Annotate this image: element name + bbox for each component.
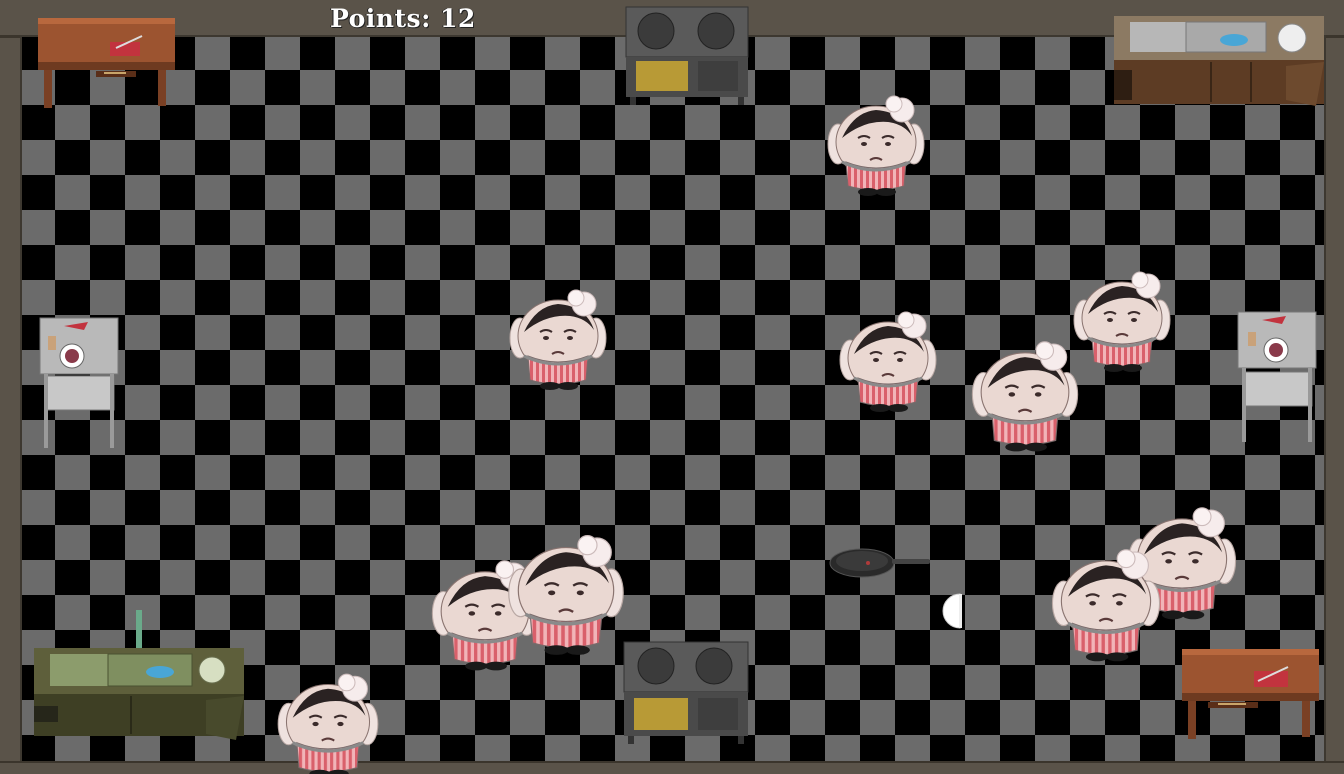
kitchen-wall-bottom (0, 761, 1344, 774)
chef-icon (1070, 270, 1174, 374)
frying-pan-icon[interactable] (828, 545, 932, 581)
chef-icon (1048, 548, 1164, 668)
chef-icon (274, 672, 382, 774)
prep-table-icon (38, 316, 120, 450)
wooden-table-icon (1178, 645, 1323, 741)
sink-counter-icon (1110, 10, 1330, 110)
chef-icon (504, 533, 628, 662)
points-counter: Points: 12 (330, 4, 476, 33)
stove-icon (622, 5, 752, 105)
chef-icon (506, 288, 610, 402)
player-pacman-icon[interactable] (940, 592, 964, 630)
chef-icon (836, 310, 940, 414)
stove-icon (620, 640, 752, 744)
wooden-table-icon (34, 14, 179, 110)
prep-table-icon (1236, 310, 1318, 444)
chef-icon (968, 340, 1082, 458)
chef-icon (824, 94, 928, 198)
sink-counter-icon (30, 610, 250, 742)
game-canvas[interactable]: Points: 12 (0, 0, 1344, 774)
